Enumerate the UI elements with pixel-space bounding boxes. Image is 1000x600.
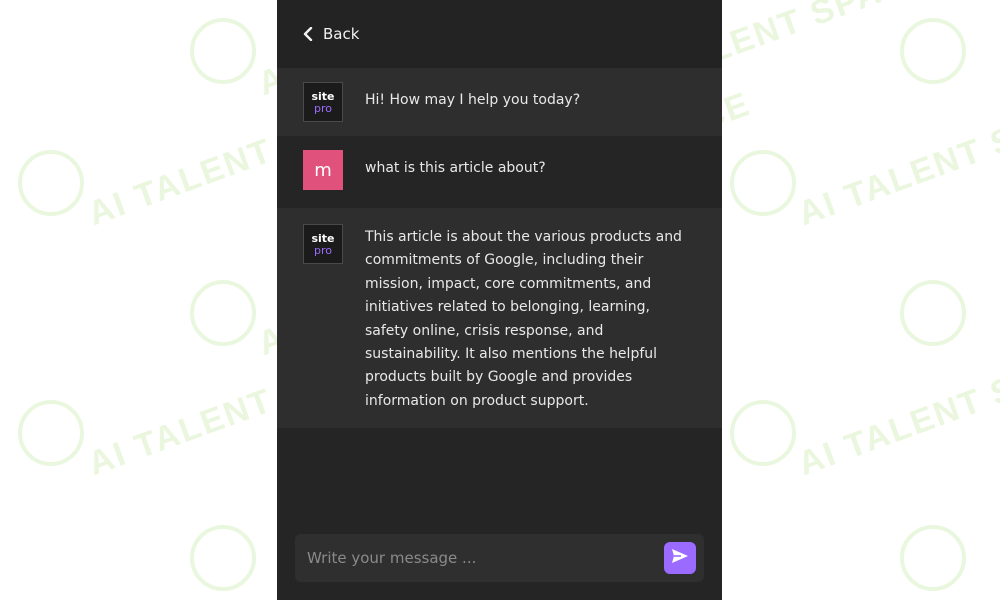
sitepro-avatar: site pro — [303, 82, 343, 122]
top-bar: Back — [277, 0, 722, 68]
message-composer — [295, 534, 704, 582]
message-text: what is this article about? — [365, 160, 546, 176]
watermark-logo-icon — [900, 18, 966, 84]
watermark-logo-icon — [190, 280, 256, 346]
watermark-logo-icon — [190, 18, 256, 84]
back-button[interactable]: Back — [303, 25, 359, 43]
user-avatar: m — [303, 150, 343, 190]
watermark-logo-icon — [730, 150, 796, 216]
avatar-logo-top: site — [311, 231, 335, 245]
watermark-logo-icon — [18, 400, 84, 466]
message-text: This article is about the various produc… — [365, 229, 682, 409]
avatar-logo-bottom: pro — [314, 101, 332, 115]
back-label: Back — [323, 25, 360, 43]
message-bot: site pro This article is about the vario… — [277, 208, 722, 428]
watermark-logo-icon — [18, 150, 84, 216]
message-input[interactable] — [295, 548, 664, 568]
chat-panel: Back site pro Hi! How may I help you tod… — [277, 0, 722, 600]
message-bot: site pro Hi! How may I help you today? — [277, 68, 722, 136]
message-user: m what is this article about? — [277, 136, 722, 208]
watermark-logo-icon — [900, 525, 966, 591]
message-text: Hi! How may I help you today? — [365, 92, 581, 108]
avatar-logo-bottom: pro — [314, 243, 332, 257]
watermark-logo-icon — [190, 525, 256, 591]
watermark-text: AI TALENT SPACE — [793, 84, 1000, 234]
sitepro-avatar: site pro — [303, 224, 343, 264]
send-button[interactable] — [664, 542, 696, 574]
watermark-text: AI TALENT SPACE — [793, 334, 1000, 484]
send-icon — [671, 548, 689, 568]
chevron-left-icon — [303, 27, 313, 41]
watermark-logo-icon — [730, 400, 796, 466]
watermark-logo-icon — [900, 280, 966, 346]
avatar-logo-top: site — [311, 89, 335, 103]
